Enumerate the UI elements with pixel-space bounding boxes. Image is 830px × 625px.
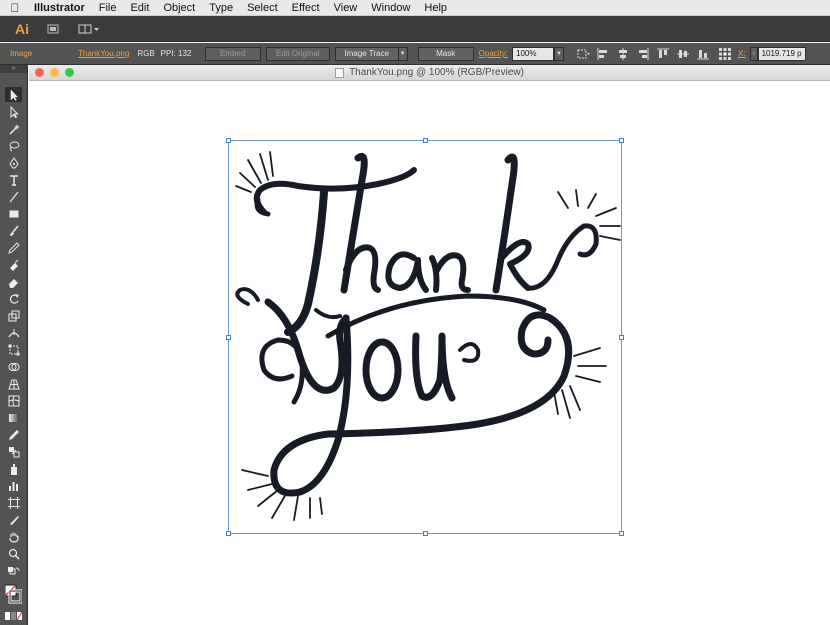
swap-colors-icon[interactable] xyxy=(5,565,22,579)
image-trace-button[interactable]: Image Trace xyxy=(334,46,399,61)
direct-selection-tool-icon[interactable] xyxy=(5,104,22,119)
tools-collapse-icon[interactable]: » xyxy=(0,65,27,73)
image-trace-dropdown-icon[interactable]: ▼ xyxy=(397,46,408,61)
rotate-tool-icon[interactable] xyxy=(5,291,22,306)
opacity-dropdown-icon[interactable]: ▼ xyxy=(554,46,564,61)
align-middle-icon[interactable] xyxy=(676,47,690,61)
filename-link[interactable]: ThankYou.png xyxy=(78,49,129,58)
object-type-label: Image xyxy=(10,49,33,58)
minimize-window-icon[interactable] xyxy=(50,68,59,77)
slice-tool-icon[interactable] xyxy=(5,512,22,527)
menu-type[interactable]: Type xyxy=(202,2,240,14)
mask-button[interactable]: Mask xyxy=(417,46,474,61)
handle-bottom-left[interactable] xyxy=(226,531,231,536)
ppi-label: PPI: 132 xyxy=(160,49,192,58)
menu-edit[interactable]: Edit xyxy=(123,2,156,14)
menu-app-name[interactable]: Illustrator xyxy=(30,2,92,14)
tools-panel: » xyxy=(0,65,28,625)
bridge-icon[interactable] xyxy=(44,21,62,37)
document-title: ThankYou.png @ 100% (RGB/Preview) xyxy=(349,67,524,78)
x-stepper-icon[interactable]: ↕ xyxy=(749,46,758,61)
scale-tool-icon[interactable] xyxy=(5,308,22,323)
zoom-tool-icon[interactable] xyxy=(5,546,22,561)
magic-wand-tool-icon[interactable] xyxy=(5,121,22,136)
x-label[interactable]: X: xyxy=(738,49,746,58)
free-transform-tool-icon[interactable] xyxy=(5,342,22,357)
document-window: ThankYou.png @ 100% (RGB/Preview) xyxy=(29,65,830,625)
artboard-tool-icon[interactable] xyxy=(5,495,22,510)
fill-stroke-icon[interactable] xyxy=(5,583,22,607)
window-controls xyxy=(35,68,80,77)
document-icon xyxy=(335,67,345,78)
lasso-tool-icon[interactable] xyxy=(5,138,22,153)
x-field[interactable]: 1019.719 p xyxy=(757,46,806,61)
menu-effect[interactable]: Effect xyxy=(285,2,327,14)
document-title-bar[interactable]: ThankYou.png @ 100% (RGB/Preview) xyxy=(29,65,830,81)
gradient-tool-icon[interactable] xyxy=(5,410,22,425)
zoom-window-icon[interactable] xyxy=(65,68,74,77)
illustrator-logo: Ai xyxy=(15,20,29,37)
shaper-tool-icon[interactable] xyxy=(5,257,22,272)
menu-select[interactable]: Select xyxy=(240,2,285,14)
menu-window[interactable]: Window xyxy=(364,2,417,14)
close-window-icon[interactable] xyxy=(35,68,44,77)
mesh-tool-icon[interactable] xyxy=(5,393,22,408)
embed-button[interactable]: Embed xyxy=(204,46,261,61)
align-right-icon[interactable] xyxy=(636,47,650,61)
handle-top-center[interactable] xyxy=(423,138,428,143)
apple-icon[interactable]:  xyxy=(0,1,30,15)
width-tool-icon[interactable] xyxy=(5,325,22,340)
align-left-icon[interactable] xyxy=(596,47,610,61)
pencil-tool-icon[interactable] xyxy=(5,240,22,255)
opacity-label[interactable]: Opacity: xyxy=(479,49,508,58)
align-bottom-icon[interactable] xyxy=(696,47,710,61)
shape-builder-tool-icon[interactable] xyxy=(5,359,22,374)
menu-help[interactable]: Help xyxy=(417,2,454,14)
selection-tool-icon[interactable] xyxy=(5,87,22,102)
menu-bar:  Illustrator File Edit Object Type Sele… xyxy=(0,0,830,16)
hand-tool-icon[interactable] xyxy=(5,529,22,544)
align-center-icon[interactable] xyxy=(616,47,630,61)
menu-file[interactable]: File xyxy=(92,2,124,14)
handle-middle-left[interactable] xyxy=(226,335,231,340)
rectangle-tool-icon[interactable] xyxy=(5,206,22,221)
eyedropper-tool-icon[interactable] xyxy=(5,427,22,442)
pen-tool-icon[interactable] xyxy=(5,155,22,170)
symbol-sprayer-tool-icon[interactable] xyxy=(5,461,22,476)
control-bar: Image ThankYou.png RGB PPI: 132 Embed Ed… xyxy=(0,43,830,65)
application-bar: Ai xyxy=(0,16,830,42)
handle-bottom-right[interactable] xyxy=(619,531,624,536)
blend-tool-icon[interactable] xyxy=(5,444,22,459)
arrange-documents-icon[interactable] xyxy=(76,21,102,37)
paintbrush-tool-icon[interactable] xyxy=(5,223,22,238)
perspective-grid-tool-icon[interactable] xyxy=(5,376,22,391)
menu-object[interactable]: Object xyxy=(156,2,202,14)
eraser-tool-icon[interactable] xyxy=(5,274,22,289)
menu-view[interactable]: View xyxy=(327,2,365,14)
selection-bounding-box xyxy=(228,140,622,534)
reference-point-icon[interactable] xyxy=(718,47,732,61)
handle-bottom-center[interactable] xyxy=(423,531,428,536)
transform-icon[interactable] xyxy=(576,47,590,61)
handle-top-right[interactable] xyxy=(619,138,624,143)
artboard-canvas[interactable] xyxy=(29,81,830,625)
align-top-icon[interactable] xyxy=(656,47,670,61)
color-none-icon[interactable] xyxy=(5,610,22,622)
handle-top-left[interactable] xyxy=(226,138,231,143)
color-mode-label: RGB xyxy=(137,49,155,58)
edit-original-button[interactable]: Edit Original xyxy=(265,46,330,61)
opacity-field[interactable]: 100% xyxy=(512,46,554,61)
line-segment-tool-icon[interactable] xyxy=(5,189,22,204)
column-graph-tool-icon[interactable] xyxy=(5,478,22,493)
handle-middle-right[interactable] xyxy=(619,335,624,340)
type-tool-icon[interactable] xyxy=(5,172,22,187)
